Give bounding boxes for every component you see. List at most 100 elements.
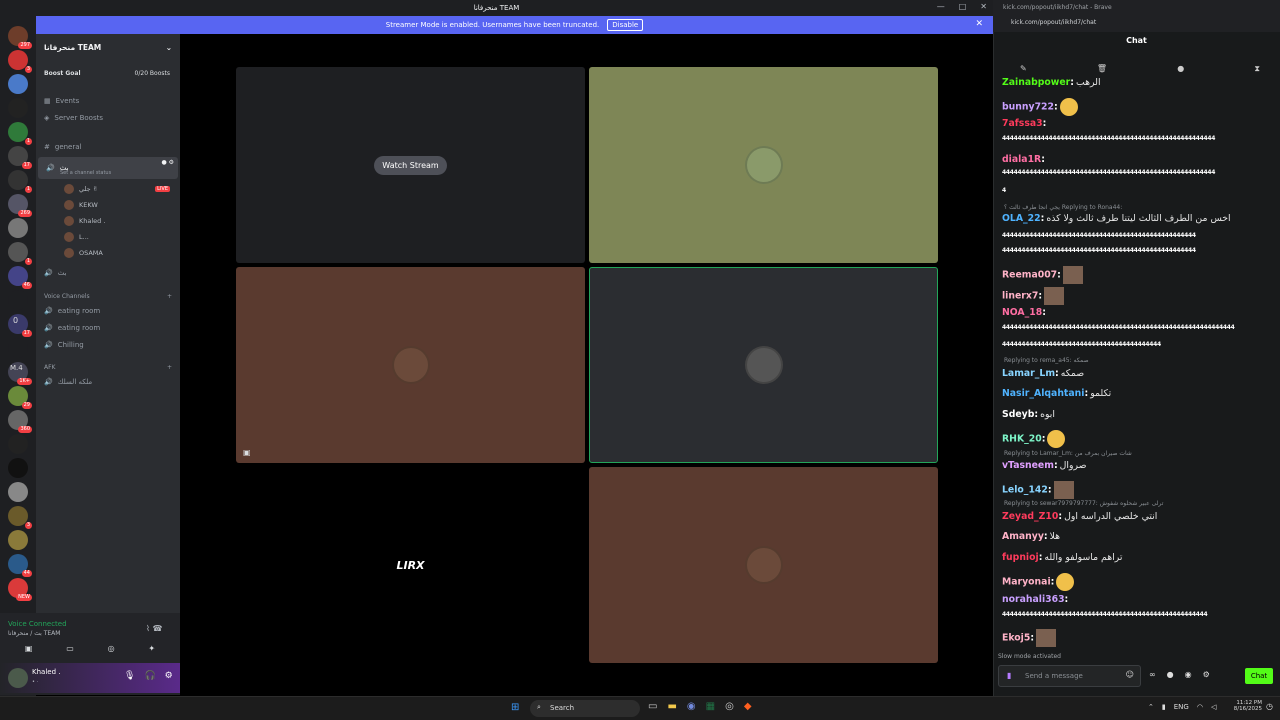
folder-icon[interactable]: ▬ bbox=[667, 701, 676, 712]
server-icon[interactable] bbox=[8, 98, 28, 118]
server-icon[interactable]: 17 bbox=[8, 146, 32, 169]
channel-actions[interactable]: ● ⚙ bbox=[161, 159, 174, 166]
server-icon[interactable]: 29 bbox=[8, 386, 32, 409]
chat-username[interactable]: linerx7 bbox=[1002, 291, 1038, 302]
server-icon[interactable]: 1 bbox=[8, 242, 32, 265]
server-icon[interactable]: 46 bbox=[8, 266, 32, 289]
points-icon[interactable]: ● bbox=[1167, 670, 1174, 679]
server-label[interactable]: 0 bbox=[13, 316, 18, 325]
server-icon[interactable] bbox=[8, 434, 28, 454]
events-link[interactable]: ▦ Events bbox=[36, 95, 180, 107]
voice-channel-active[interactable]: 🔊 بث ● ⚙ Set a channel status bbox=[38, 157, 178, 179]
server-icon[interactable] bbox=[8, 74, 28, 94]
server-boosts-link[interactable]: ◈ Server Boosts bbox=[36, 112, 180, 124]
brave-icon[interactable]: ◆ bbox=[744, 701, 752, 712]
server-icon[interactable]: NEW bbox=[8, 578, 32, 601]
language-indicator[interactable]: ENG bbox=[1174, 703, 1189, 711]
afk-channel[interactable]: 🔊 ملكه السلك bbox=[36, 376, 180, 388]
server-icon[interactable]: 44 bbox=[8, 554, 32, 577]
chat-username[interactable]: fupnioj bbox=[1002, 552, 1039, 563]
clock[interactable]: 11:12 PM 8/16/2025 bbox=[1228, 700, 1262, 712]
chat-username[interactable]: Sdeyb bbox=[1002, 409, 1034, 420]
participant-tile[interactable]: ▣ bbox=[236, 267, 585, 463]
discord-icon[interactable]: ◉ bbox=[687, 701, 696, 712]
task-view-icon[interactable]: ▭ bbox=[648, 701, 657, 712]
chat-username[interactable]: 7afssa3 bbox=[1002, 118, 1043, 129]
soundboard-icon[interactable]: ✦ bbox=[148, 644, 155, 658]
guild-header[interactable]: منحرفانا TEAM ⌄ bbox=[36, 40, 180, 54]
mic-icon[interactable]: ▮ bbox=[1007, 671, 1011, 680]
voice-member[interactable]: جلي ✌ LIVE bbox=[56, 183, 176, 195]
gear-icon[interactable]: ⚙ bbox=[165, 671, 173, 681]
chat-username[interactable]: Maryonai bbox=[1002, 577, 1051, 588]
server-icon[interactable] bbox=[8, 218, 28, 238]
address-bar[interactable]: kick.com/popout/iikhd7/chat bbox=[1011, 19, 1096, 26]
voice-channel-second[interactable]: 🔊 بث bbox=[36, 267, 180, 279]
screen-icon[interactable]: ▣ bbox=[243, 448, 251, 457]
plus-icon[interactable]: + bbox=[167, 293, 172, 300]
voice-member[interactable]: OSAMA bbox=[56, 247, 176, 259]
server-icon[interactable]: 3 bbox=[8, 50, 32, 73]
stream-tile[interactable]: Watch Stream bbox=[236, 67, 585, 263]
notification-icon[interactable]: ◷ bbox=[1266, 702, 1273, 711]
server-icon[interactable] bbox=[8, 290, 28, 310]
voice-channel[interactable]: 🔊 eating room bbox=[36, 322, 180, 334]
chat-username[interactable]: Reema007 bbox=[1002, 270, 1057, 281]
screen-share-icon[interactable]: ▭ bbox=[66, 644, 74, 658]
infinity-icon[interactable]: ∞ bbox=[1149, 670, 1156, 679]
voice-channel[interactable]: 🔊 Chilling bbox=[36, 339, 180, 351]
server-icon[interactable]: 1 bbox=[8, 122, 32, 145]
volume-icon[interactable]: ◁ bbox=[1211, 703, 1216, 711]
participant-tile-speaking[interactable] bbox=[589, 267, 938, 463]
reply-preview[interactable]: Replying to Lamar_Lm: شات صيران بمرف من bbox=[1004, 450, 1132, 457]
voice-member[interactable]: L... bbox=[56, 231, 176, 243]
excel-icon[interactable]: ▦ bbox=[706, 701, 715, 712]
chat-username[interactable]: Zainabpower bbox=[1002, 77, 1070, 88]
activity-icon[interactable]: ◎ bbox=[108, 644, 115, 658]
voice-channel[interactable]: 🔊 eating room bbox=[36, 305, 180, 317]
chat-username[interactable]: NOA_18 bbox=[1002, 307, 1042, 318]
set-status-label[interactable]: Set a channel status bbox=[60, 170, 111, 176]
server-icon[interactable]: 1 bbox=[8, 170, 32, 193]
mic-icon[interactable]: 🎙 bbox=[124, 671, 135, 681]
emoji-icon[interactable]: ☺ bbox=[1126, 670, 1134, 679]
channel-general[interactable]: # general bbox=[36, 141, 180, 153]
chat-username[interactable]: norahali363 bbox=[1002, 594, 1065, 605]
taskbar-search[interactable]: ⌕ Search bbox=[530, 700, 640, 717]
video-icon[interactable]: ▣ bbox=[25, 644, 33, 658]
gear-icon[interactable]: ⚙ bbox=[1203, 670, 1210, 679]
reply-preview[interactable]: يجي انجا طرف ثالث ؟ Replying to Rona44: bbox=[1004, 204, 1122, 211]
server-icon[interactable] bbox=[8, 530, 28, 550]
close-icon[interactable]: ✕ bbox=[980, 2, 987, 11]
chat-username[interactable]: bunny722 bbox=[1002, 102, 1054, 113]
chat-username[interactable]: vTasneem bbox=[1002, 460, 1054, 471]
avatar[interactable] bbox=[8, 668, 28, 688]
voice-member[interactable]: KEKW bbox=[56, 199, 176, 211]
chat-username[interactable]: Lamar_Lm bbox=[1002, 368, 1055, 379]
chat-username[interactable]: RHK_20 bbox=[1002, 434, 1042, 445]
chat-username[interactable]: diala1R bbox=[1002, 154, 1041, 165]
chevron-up-icon[interactable]: ⌃ bbox=[1148, 703, 1154, 711]
hourglass-icon[interactable]: ⧗ bbox=[1254, 64, 1260, 74]
noise-suppression-icon[interactable]: ⌇ ☎ bbox=[146, 624, 162, 633]
server-label[interactable]: M.4 bbox=[10, 364, 23, 372]
chat-bubble-icon[interactable]: ● bbox=[1177, 64, 1184, 74]
chat-username[interactable]: Ekoj5 bbox=[1002, 633, 1030, 644]
server-icon[interactable] bbox=[8, 338, 28, 358]
server-icon[interactable] bbox=[8, 482, 28, 502]
obs-icon[interactable]: ◎ bbox=[725, 701, 734, 712]
pin-icon[interactable]: ✎ bbox=[1020, 64, 1027, 74]
server-icon[interactable]: 360 bbox=[8, 410, 32, 433]
server-icon[interactable]: 3 bbox=[8, 506, 32, 529]
server-icon[interactable] bbox=[8, 458, 28, 478]
chat-username[interactable]: OLA_22 bbox=[1002, 213, 1041, 224]
reply-preview[interactable]: Replying to sewar7979797777: ترلى عبير ش… bbox=[1004, 500, 1163, 507]
plus-icon[interactable]: + bbox=[167, 364, 172, 371]
watch-stream-button[interactable]: Watch Stream bbox=[374, 155, 447, 175]
mic-icon[interactable]: ▮ bbox=[1162, 703, 1166, 711]
headphones-icon[interactable]: 🎧 bbox=[144, 671, 155, 681]
server-icon[interactable]: 269 bbox=[8, 194, 32, 217]
windows-start-icon[interactable]: ⊞ bbox=[511, 702, 519, 713]
chat-username[interactable]: Zeyad_Z10 bbox=[1002, 511, 1058, 522]
chat-send-button[interactable]: Chat bbox=[1245, 668, 1273, 684]
